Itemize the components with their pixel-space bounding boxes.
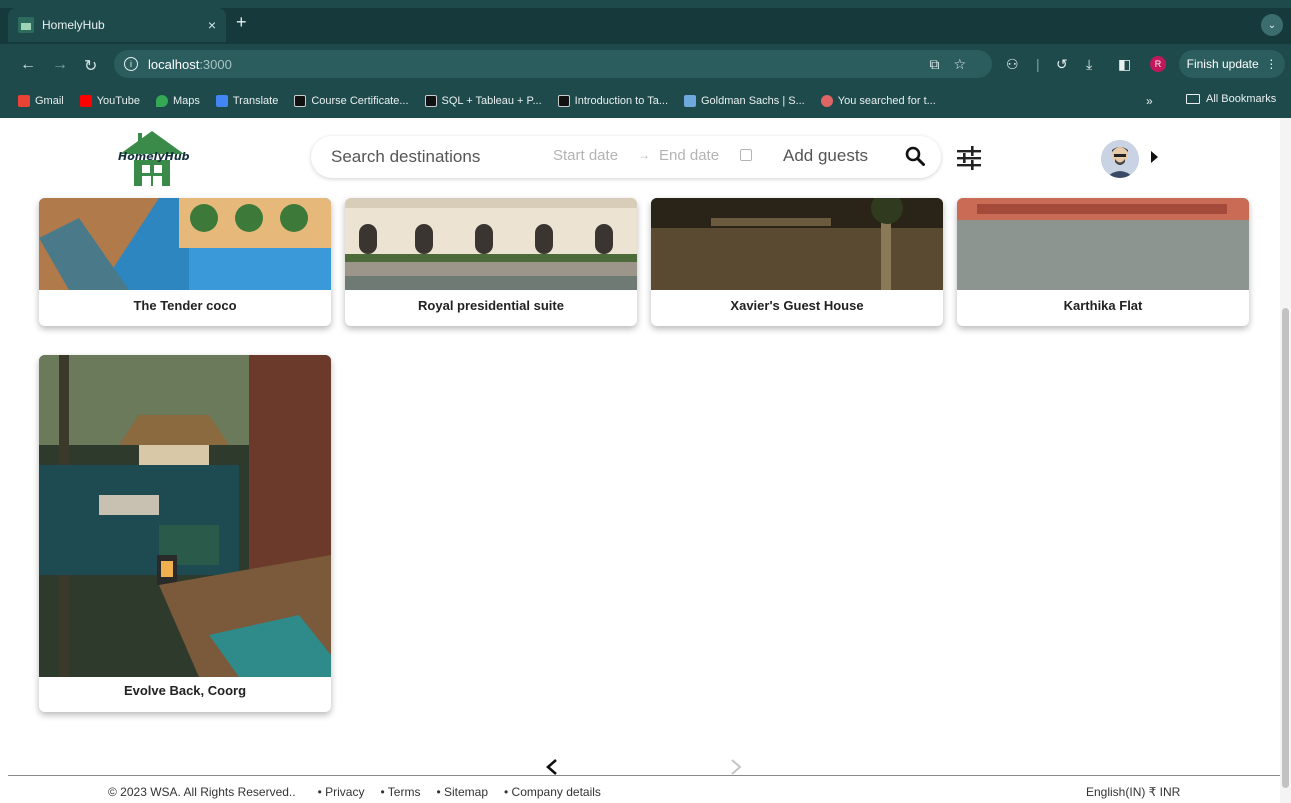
bookmark-label: Translate — [232, 95, 279, 107]
tableau-check-icon — [557, 95, 570, 107]
bookmark-label: Maps — [172, 95, 200, 107]
calendar-icon[interactable] — [740, 149, 752, 161]
homelyhub-logo[interactable]: HomelyHub — [118, 130, 190, 186]
tab-homelyhub[interactable]: HomelyHub × — [8, 8, 226, 42]
site-footer: © 2023 WSA. All Rights Reserved.. • Priv… — [8, 775, 1280, 803]
all-bookmarks-button[interactable]: All Bookmarks — [1186, 93, 1276, 105]
new-tab-button[interactable]: + — [236, 12, 247, 32]
listing-title[interactable]: Evolve Back, Coorg — [39, 683, 331, 698]
extensions-icon[interactable]: ⚇ — [1006, 56, 1019, 73]
search-bar: Start date → End date Add guests — [311, 136, 941, 178]
listing-card[interactable]: The Tender coco — [39, 198, 331, 326]
date-range-arrow-icon: → — [638, 148, 650, 162]
download-icon[interactable]: ⤓ — [1086, 56, 1092, 73]
translate-icon — [215, 95, 228, 107]
bookmark-label: Goldman Sachs | S... — [701, 95, 805, 107]
start-date-field[interactable]: Start date — [553, 147, 618, 164]
avatar-person-icon — [1101, 140, 1139, 178]
footer-link-privacy[interactable]: • Privacy — [318, 785, 365, 799]
reload-icon[interactable]: ↻ — [84, 56, 97, 76]
bookmark-sql-tableau[interactable]: SQL + Tableau + P... — [424, 95, 542, 107]
extension-sync-icon[interactable]: ↺ — [1056, 56, 1068, 73]
footer-copyright: © 2023 WSA. All Rights Reserved.. — [108, 785, 296, 799]
listing-photo-palace — [345, 198, 637, 290]
add-guests-field[interactable]: Add guests — [783, 146, 868, 166]
listing-title[interactable]: Royal presidential suite — [345, 298, 637, 313]
back-arrow-icon[interactable]: ← — [20, 56, 36, 74]
tableau-check-icon — [294, 95, 307, 107]
page-scrollbar[interactable] — [1280, 118, 1291, 803]
filter-sliders-icon[interactable] — [956, 145, 982, 171]
listing-title[interactable]: Karthika Flat — [957, 298, 1249, 313]
side-panel-icon[interactable]: ◧ — [1118, 56, 1131, 73]
bookmark-you-searched[interactable]: You searched for t... — [820, 95, 936, 107]
finish-update-button[interactable]: Finish update ⋮ — [1179, 50, 1285, 78]
logo-text: HomelyHub — [118, 150, 190, 163]
bookmark-label: Course Certificate... — [311, 95, 409, 107]
bookmark-goldman-sachs[interactable]: Goldman Sachs | S... — [684, 95, 805, 107]
address-bar[interactable]: i localhost:3000 ⧉☆ — [114, 50, 992, 78]
bookmark-introduction[interactable]: Introduction to Ta... — [557, 95, 668, 107]
omnibox-actions: ⧉☆ — [929, 56, 980, 73]
bookmark-gmail[interactable]: Gmail — [18, 95, 64, 107]
finish-update-label: Finish update — [1186, 57, 1259, 71]
pagination-next-chevron-icon[interactable] — [728, 758, 744, 776]
bookmark-course-certificate[interactable]: Course Certificate... — [294, 95, 409, 107]
footer-link-sitemap[interactable]: • Sitemap — [436, 785, 488, 799]
tableau-check-icon — [424, 95, 437, 107]
search-destinations-input[interactable] — [331, 145, 531, 169]
user-avatar[interactable] — [1101, 140, 1139, 178]
bookmark-label: You searched for t... — [837, 95, 936, 107]
listing-title[interactable]: The Tender coco — [39, 298, 331, 313]
listing-photo-resort — [39, 355, 331, 677]
bookmark-translate[interactable]: Translate — [215, 95, 279, 107]
listing-photo-garden — [651, 198, 943, 290]
listing-photo-flat — [957, 198, 1249, 290]
kebab-menu-icon: ⋮ — [1265, 57, 1278, 71]
footer-link-terms[interactable]: • Terms — [380, 785, 420, 799]
tab-title: HomelyHub — [42, 18, 105, 32]
bookmark-label: Gmail — [35, 95, 64, 107]
scrollbar-thumb[interactable] — [1282, 308, 1289, 788]
listing-card[interactable]: Royal presidential suite — [345, 198, 637, 326]
listing-card[interactable]: Karthika Flat — [957, 198, 1249, 326]
footer-link-company-details[interactable]: • Company details — [504, 785, 601, 799]
bookmark-label: YouTube — [96, 95, 140, 107]
bookmarks-bar: Gmail YouTube Maps Translate Course Cert… — [0, 88, 1291, 114]
locale-currency-selector[interactable]: English(IN) ₹ INR — [1086, 785, 1180, 799]
footer-links: © 2023 WSA. All Rights Reserved.. • Priv… — [108, 785, 601, 799]
site-info-icon[interactable]: i — [124, 57, 138, 71]
bookmark-star-icon[interactable]: ☆ — [953, 56, 980, 72]
search-icon[interactable] — [905, 146, 925, 166]
goldman-sachs-icon — [684, 95, 696, 107]
toolbar-divider: | — [1036, 56, 1040, 72]
tab-close-icon[interactable]: × — [208, 17, 216, 33]
bookmark-youtube[interactable]: YouTube — [79, 95, 140, 107]
maps-pin-icon — [155, 95, 168, 107]
bookmark-label: Introduction to Ta... — [574, 95, 668, 107]
bookmark-label: SQL + Tableau + P... — [441, 95, 542, 107]
listing-card[interactable]: Xavier's Guest House — [651, 198, 943, 326]
forward-arrow-icon[interactable]: → — [52, 56, 68, 74]
listing-title[interactable]: Xavier's Guest House — [651, 298, 943, 313]
heart-icon — [820, 95, 833, 107]
end-date-field[interactable]: End date — [659, 147, 719, 164]
url-port: :3000 — [199, 56, 232, 72]
caret-right-icon[interactable] — [1151, 151, 1158, 163]
gmail-icon — [18, 95, 30, 107]
youtube-icon — [79, 95, 92, 107]
pagination-prev-chevron-icon[interactable] — [544, 758, 560, 776]
all-bookmarks-label: All Bookmarks — [1206, 93, 1277, 105]
listing-card[interactable]: Evolve Back, Coorg — [39, 355, 331, 712]
url-host: localhost — [148, 56, 200, 72]
listing-photo-pool — [39, 198, 331, 290]
install-app-icon[interactable]: ⧉ — [929, 56, 953, 72]
bookmark-maps[interactable]: Maps — [155, 95, 200, 107]
homelyhub-favicon-icon — [18, 17, 34, 33]
bookmarks-overflow-icon[interactable]: » — [1146, 94, 1153, 108]
tab-search-chevron-icon[interactable]: ⌄ — [1261, 14, 1283, 36]
profile-avatar-icon[interactable]: R — [1150, 56, 1166, 72]
folder-icon — [1186, 94, 1200, 104]
